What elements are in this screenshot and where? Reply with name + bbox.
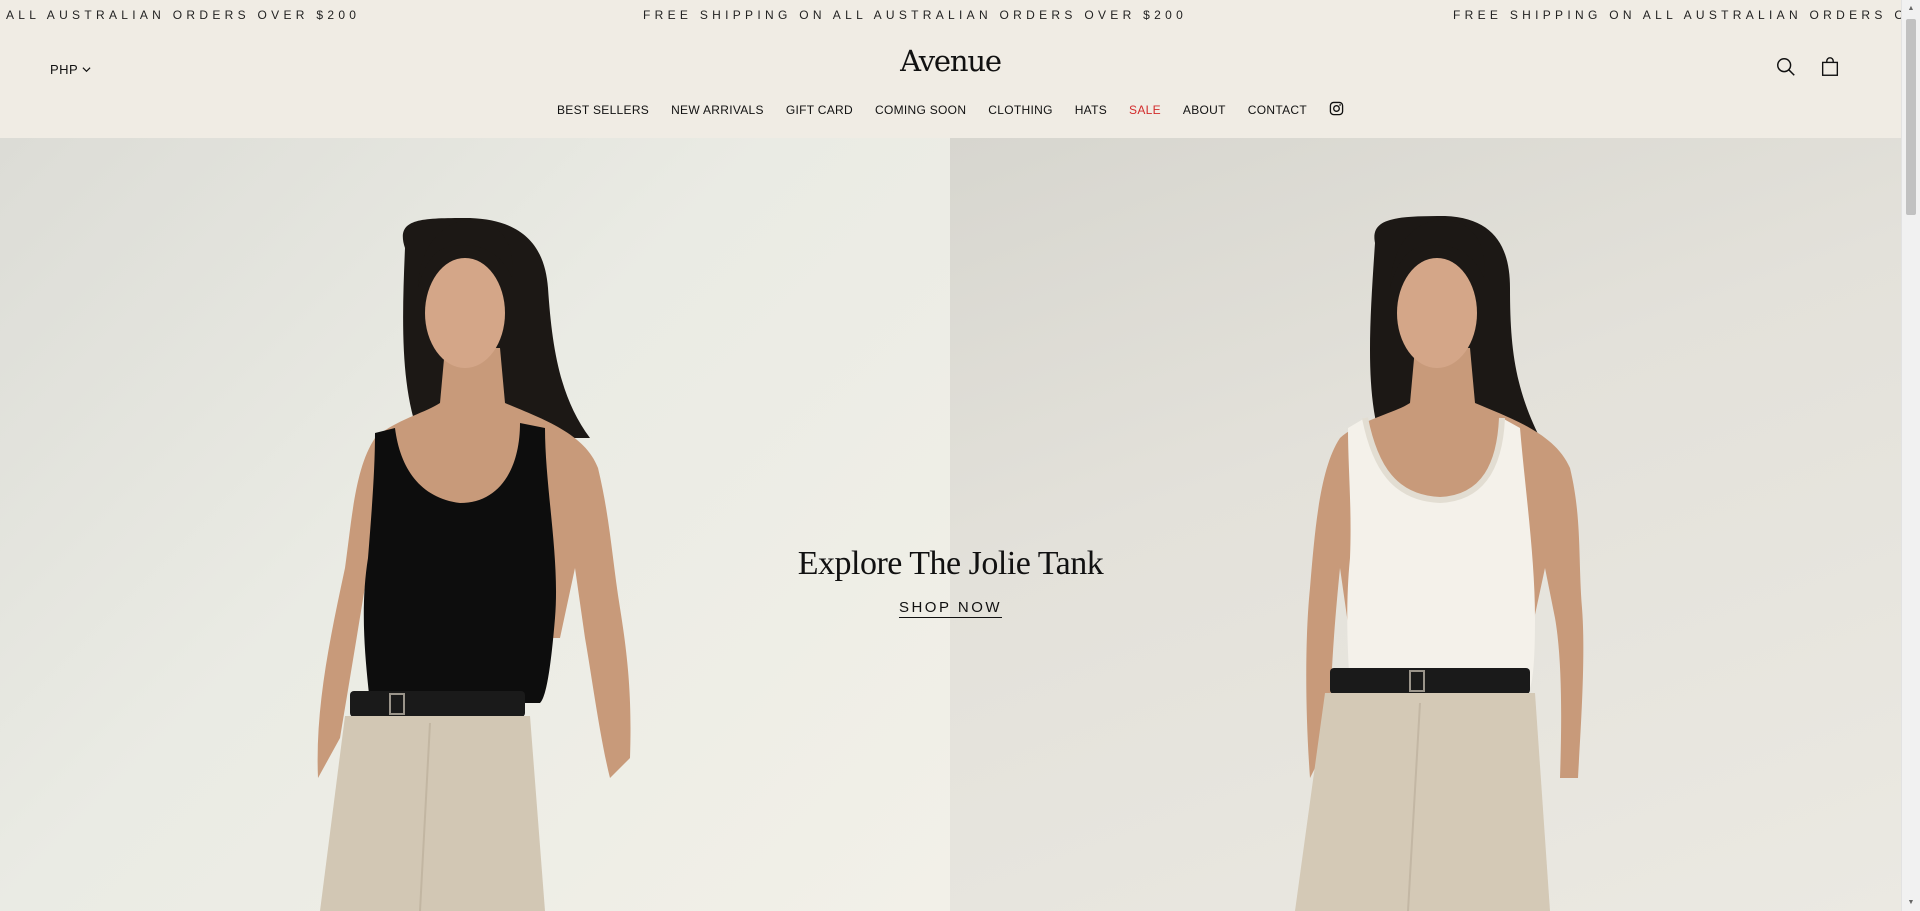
scrollbar-thumb[interactable]: [1906, 19, 1916, 215]
hero-banner[interactable]: Explore The Jolie Tank SHOP NOW: [0, 138, 1901, 911]
hero-title: Explore The Jolie Tank: [797, 545, 1104, 582]
model-illustration: [317, 218, 631, 911]
hero-image-black-tank[interactable]: [0, 138, 950, 911]
shop-now-link[interactable]: SHOP NOW: [898, 599, 1003, 618]
logo[interactable]: Avenue: [0, 44, 1901, 78]
nav-item-sale[interactable]: SALE: [1129, 103, 1161, 117]
nav-item-clothing[interactable]: CLOTHING: [988, 103, 1052, 117]
scroll-up-arrow-icon[interactable]: ▲: [1902, 0, 1920, 17]
hero-caption: Explore The Jolie Tank SHOP NOW: [0, 545, 1901, 618]
nav-item-contact[interactable]: CONTACT: [1248, 103, 1307, 117]
cart-icon[interactable]: [1819, 56, 1841, 78]
page-scrollbar[interactable]: ▲ ▼: [1901, 0, 1920, 911]
model-illustration: [1295, 216, 1584, 911]
nav-item-about[interactable]: ABOUT: [1183, 103, 1226, 117]
site-header: PHP Avenue BEST SELLERS NEW ARRIVALS GIF…: [0, 30, 1901, 138]
hero-image-white-tank[interactable]: [950, 138, 1901, 911]
nav-item-gift-card[interactable]: GIFT CARD: [786, 103, 853, 117]
announcement-text: ALL AUSTRALIAN ORDERS OVER $200: [6, 8, 361, 22]
instagram-icon[interactable]: [1329, 101, 1344, 116]
nav-item-hats[interactable]: HATS: [1075, 103, 1107, 117]
nav-item-new-arrivals[interactable]: NEW ARRIVALS: [671, 103, 764, 117]
main-nav: BEST SELLERS NEW ARRIVALS GIFT CARD COMI…: [0, 101, 1901, 117]
search-icon[interactable]: [1775, 56, 1797, 78]
announcement-bar: ALL AUSTRALIAN ORDERS OVER $200 FREE SHI…: [0, 0, 1901, 30]
announcement-text: FREE SHIPPING ON ALL AUSTRALIAN ORDERS O…: [1453, 8, 1901, 22]
nav-item-coming-soon[interactable]: COMING SOON: [875, 103, 966, 117]
announcement-text: FREE SHIPPING ON ALL AUSTRALIAN ORDERS O…: [643, 8, 1188, 22]
scroll-down-arrow-icon[interactable]: ▼: [1902, 894, 1920, 911]
nav-item-best-sellers[interactable]: BEST SELLERS: [557, 103, 649, 117]
